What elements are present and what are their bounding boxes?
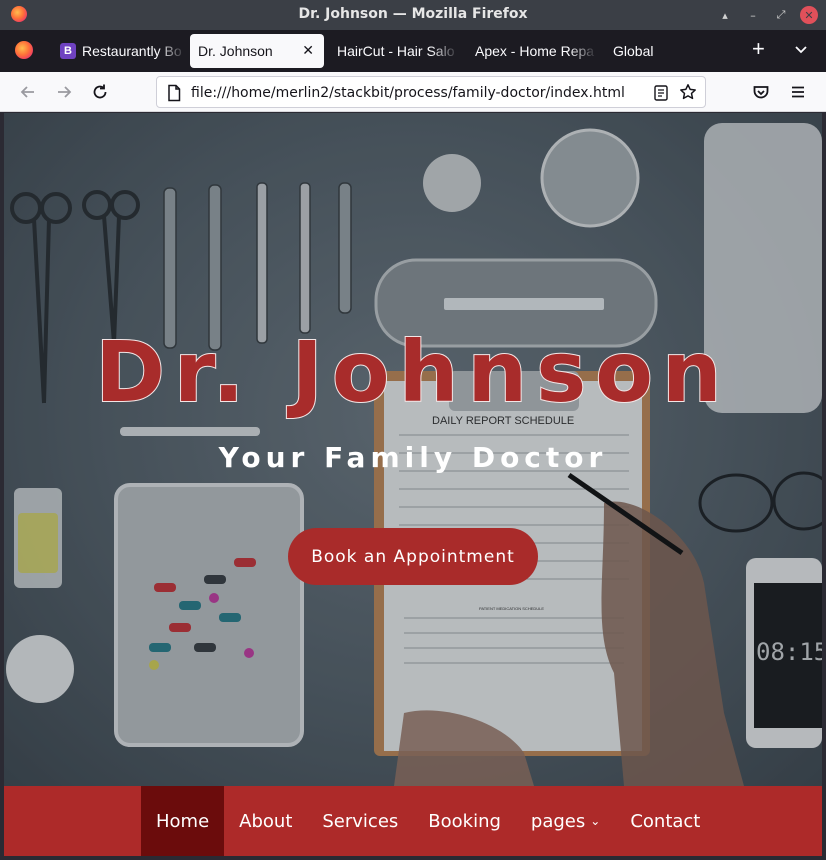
- nav-label: Home: [156, 810, 210, 832]
- close-window-button[interactable]: ✕: [800, 6, 818, 24]
- window-title: Dr. Johnson — Mozilla Firefox: [298, 6, 528, 22]
- tab-label: Global: [613, 43, 654, 59]
- reader-view-icon[interactable]: [653, 84, 669, 102]
- nav-label: Services: [322, 810, 399, 832]
- nav-item-about[interactable]: About: [224, 786, 307, 856]
- chevron-down-icon: [795, 46, 807, 54]
- firefox-view-icon[interactable]: [15, 41, 33, 59]
- main-navigation: Home About Services Booking pages ⌄ Cont…: [4, 786, 822, 856]
- new-tab-button[interactable]: +: [752, 38, 765, 60]
- maximize-button[interactable]: ⤢: [772, 6, 790, 24]
- nav-label: Booking: [428, 810, 501, 832]
- minimize-button[interactable]: –: [744, 6, 762, 24]
- book-appointment-button[interactable]: Book an Appointment: [288, 528, 538, 585]
- navigation-toolbar: file:///home/merlin2/stackbit/process/fa…: [0, 72, 826, 112]
- nav-item-contact[interactable]: Contact: [615, 786, 715, 856]
- tab-haircut[interactable]: HairCut - Hair Salo: [329, 34, 459, 68]
- nav-item-services[interactable]: Services: [307, 786, 413, 856]
- window-controls: ▴ – ⤢ ✕: [716, 6, 818, 24]
- menu-icon: [792, 86, 804, 98]
- pocket-button[interactable]: [752, 83, 770, 101]
- close-tab-icon[interactable]: ✕: [302, 42, 314, 59]
- hero-subtitle: Your Family Doctor: [218, 441, 608, 474]
- chevron-down-icon: ⌄: [590, 814, 601, 828]
- tab-apex[interactable]: Apex - Home Repa: [467, 34, 597, 68]
- tab-dr-johnson[interactable]: Dr. Johnson ✕: [190, 34, 324, 68]
- forward-arrow-icon: [58, 86, 72, 98]
- window-titlebar: Dr. Johnson — Mozilla Firefox ▴ – ⤢ ✕: [0, 0, 826, 30]
- tab-strip: B Restaurantly Bo Dr. Johnson ✕ HairCut …: [0, 30, 826, 72]
- app-menu-button[interactable]: [789, 83, 807, 101]
- back-button[interactable]: [19, 83, 37, 101]
- nav-label: pages: [530, 810, 586, 832]
- nav-label: About: [239, 810, 293, 832]
- nav-label: Contact: [630, 810, 701, 832]
- bookmark-star-icon[interactable]: [679, 83, 697, 101]
- pocket-icon: [753, 86, 769, 99]
- tab-global[interactable]: Global: [605, 34, 725, 68]
- url-text[interactable]: file:///home/merlin2/stackbit/process/fa…: [191, 85, 625, 101]
- nav-item-pages-dropdown[interactable]: pages ⌄: [516, 786, 615, 856]
- address-bar[interactable]: file:///home/merlin2/stackbit/process/fa…: [156, 76, 706, 108]
- back-arrow-icon: [20, 86, 34, 98]
- reload-button[interactable]: [91, 83, 109, 101]
- nav-item-home[interactable]: Home: [141, 786, 225, 856]
- keep-above-button[interactable]: ▴: [716, 6, 734, 24]
- bootstrap-favicon-icon: B: [60, 43, 76, 59]
- list-all-tabs-button[interactable]: [794, 42, 808, 56]
- tab-label: Dr. Johnson: [198, 43, 273, 59]
- page-content: DAILY REPORT SCHEDULE PATIENT MEDICATION…: [4, 113, 822, 856]
- reload-icon: [93, 84, 107, 99]
- forward-button[interactable]: [55, 83, 73, 101]
- nav-item-booking[interactable]: Booking: [413, 786, 516, 856]
- tab-restaurantly[interactable]: B Restaurantly Bo: [52, 34, 186, 68]
- hero-title: Dr. Johnson: [94, 322, 731, 422]
- page-icon: [168, 84, 181, 102]
